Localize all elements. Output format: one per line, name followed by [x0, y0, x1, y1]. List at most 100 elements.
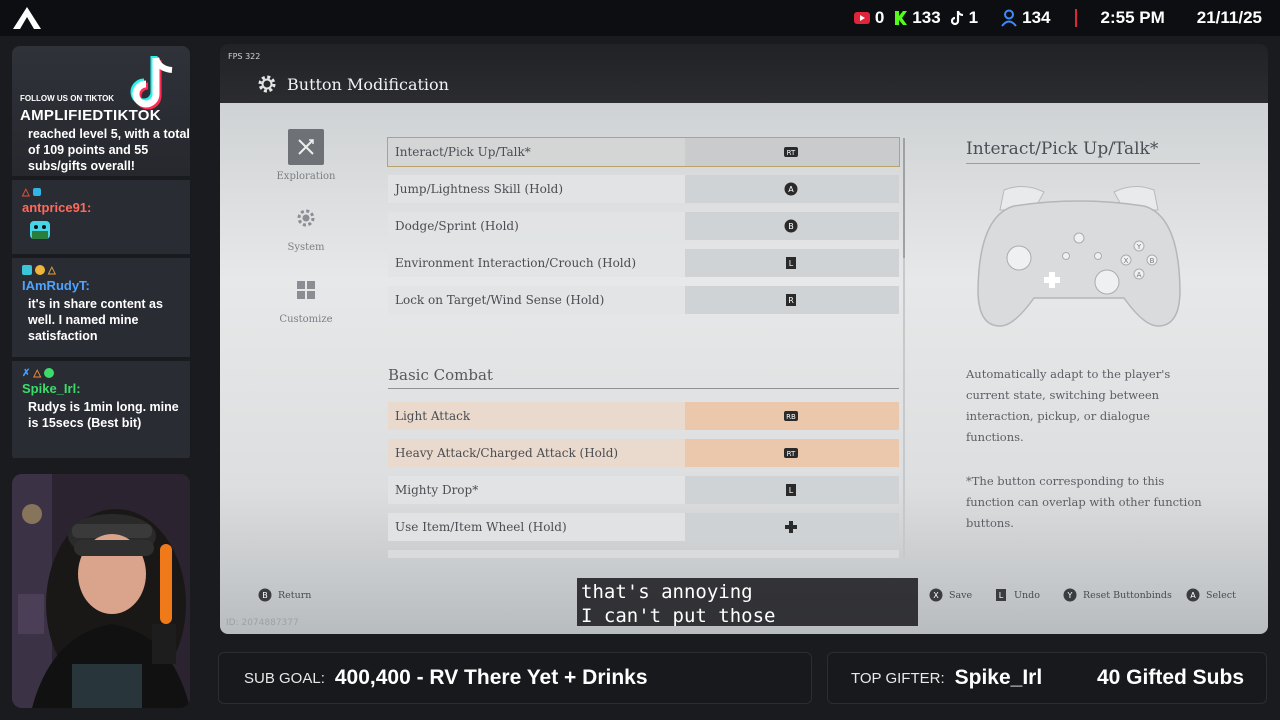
y-button-icon: Y — [1063, 588, 1077, 602]
svg-text:R: R — [788, 296, 794, 305]
binding-row[interactable]: Use Item/Item Wheel (Hold) — [388, 513, 899, 541]
warning-badge-icon: △ — [33, 367, 42, 379]
select-label: Select — [1206, 589, 1236, 601]
binding-slot[interactable]: L — [685, 249, 899, 277]
kick-icon — [895, 11, 908, 25]
chat-username: Spike_Irl: — [22, 381, 81, 396]
svg-text:L: L — [789, 259, 794, 268]
save-label: Save — [949, 589, 973, 601]
tiktok-banner: FOLLOW US ON TIKTOK AMPLIFIEDTIKTOK reac… — [12, 46, 190, 176]
game-window: FPS 322 Button Modification Exploration … — [220, 44, 1268, 634]
binding-row[interactable]: Environment Interaction/Crouch (Hold) L — [388, 249, 899, 277]
chat-badges: △ — [22, 264, 180, 276]
binding-row[interactable]: Lock on Target/Wind Sense (Hold) R — [388, 286, 899, 314]
verified-badge-icon — [44, 368, 55, 378]
b-button-icon: B — [258, 588, 272, 602]
binding-row[interactable]: Dodge/Sprint (Hold) B — [388, 212, 899, 240]
chat-username: antprice91: — [22, 200, 92, 215]
binding-row[interactable]: Jump/Lightness Skill (Hold) A — [388, 175, 899, 203]
reset-hint[interactable]: Y Reset Buttonbinds — [1063, 588, 1172, 602]
user-icon — [1001, 9, 1017, 27]
svg-text:RT: RT — [787, 450, 796, 458]
return-hint[interactable]: B Return — [258, 588, 311, 602]
svg-text:L: L — [999, 591, 1004, 600]
scrollbar-thumb[interactable] — [903, 138, 905, 258]
svg-text:X: X — [1124, 257, 1129, 265]
return-label: Return — [278, 589, 312, 601]
chat-message-text: reached level 5, with a total of 109 poi… — [28, 127, 190, 173]
cube-badge-icon — [32, 188, 41, 196]
chat-panel: FOLLOW US ON TIKTOK AMPLIFIEDTIKTOK reac… — [12, 46, 190, 462]
viewer-count: 134 — [1022, 8, 1051, 27]
svg-text:X: X — [933, 591, 939, 600]
svg-text:B: B — [788, 222, 794, 231]
svg-text:A: A — [1190, 591, 1196, 600]
binding-label: Lock on Target/Wind Sense (Hold) — [395, 293, 605, 307]
undo-hint[interactable]: L Undo — [994, 588, 1040, 602]
webcam-feed — [12, 474, 190, 708]
fps-value: 322 — [245, 52, 261, 61]
binding-label: Interact/Pick Up/Talk* — [395, 145, 531, 159]
controller-icon: Y B X A — [977, 186, 1181, 327]
category-label: Exploration — [276, 171, 336, 182]
sub-goal-value: 400,400 - RV There Yet + Drinks — [334, 666, 648, 689]
binding-row[interactable]: Heavy Attack/Charged Attack (Hold) RT — [388, 439, 899, 467]
binding-slot[interactable]: RT — [685, 138, 899, 166]
youtube-stat: 0 — [853, 8, 884, 28]
binding-slot[interactable]: RB — [685, 402, 899, 430]
chat-message: ✗ △ Spike_Irl: Rudys is 1min long. mine … — [12, 361, 190, 458]
binding-slot[interactable] — [685, 513, 899, 541]
save-hint[interactable]: X Save — [929, 588, 972, 602]
tiktok-logo-icon — [130, 56, 173, 110]
reset-label: Reset Buttonbinds — [1083, 589, 1172, 601]
category-exploration[interactable]: Exploration — [276, 129, 336, 182]
svg-text:RT: RT — [787, 149, 796, 157]
svg-text:Y: Y — [1067, 591, 1073, 600]
binding-row[interactable]: Interact/Pick Up/Talk* RT — [387, 137, 900, 167]
section-divider — [388, 388, 899, 389]
warning-badge-icon: △ — [48, 264, 56, 276]
binding-label: Mighty Drop* — [395, 483, 479, 497]
rt-button-icon: RT — [784, 147, 798, 157]
tiktok-follow-text: FOLLOW US ON TIKTOK — [20, 94, 115, 103]
stream-stats: 0 133 1 134 2:55 PM 21/11/25 — [853, 8, 1262, 28]
binding-row[interactable]: Mighty Drop* L — [388, 476, 899, 504]
select-hint[interactable]: A Select — [1186, 588, 1236, 602]
binding-label: Heavy Attack/Charged Attack (Hold) — [395, 446, 619, 460]
binding-slot[interactable]: B — [685, 212, 899, 240]
svg-text:A: A — [788, 185, 794, 194]
detail-title: Interact/Pick Up/Talk* — [966, 139, 1159, 159]
svg-text:Y: Y — [1136, 243, 1142, 251]
player-id: ID: 2074887377 — [226, 618, 299, 628]
clock-date: 21/11/25 — [1196, 8, 1262, 27]
top-gifter-bar: TOP GIFTER: Spike_Irl 40 Gifted Subs — [827, 652, 1267, 704]
a-button-icon: A — [1186, 588, 1200, 602]
sub-goal-label: SUB GOAL: — [244, 669, 325, 687]
dpad-button-icon — [785, 521, 797, 533]
detail-note: *The button corresponding to this functi… — [966, 474, 1202, 530]
binding-slot[interactable]: L — [685, 476, 899, 504]
chat-badges: ✗ △ — [22, 367, 180, 379]
a-button-icon: A — [784, 182, 798, 196]
clock-time: 2:55 PM — [1100, 8, 1165, 27]
chat-username: IAmRudyT: — [22, 278, 90, 293]
gear-icon — [288, 200, 324, 236]
binding-slot[interactable]: RT — [685, 439, 899, 467]
kick-count: 133 — [912, 8, 941, 27]
binding-slot[interactable]: A — [685, 175, 899, 203]
binding-label: Jump/Lightness Skill (Hold) — [395, 182, 564, 196]
amplified-logo-icon — [13, 7, 41, 29]
lt-button-icon: L — [786, 257, 796, 269]
detail-description: Automatically adapt to the player's curr… — [966, 367, 1171, 444]
chat-message: △ antprice91: — [12, 180, 190, 254]
youtube-icon — [853, 12, 870, 24]
gear-icon — [258, 75, 276, 93]
category-system[interactable]: System — [276, 200, 336, 253]
binding-slot[interactable]: R — [685, 286, 899, 314]
binding-row[interactable]: Light Attack RB — [388, 402, 899, 430]
page-title: Button Modification — [287, 75, 449, 94]
caption-line-1: that's annoying — [581, 581, 753, 603]
category-customize[interactable]: Customize — [276, 272, 336, 325]
binding-row-partial — [388, 550, 899, 558]
sub-badge-icon — [22, 265, 32, 275]
